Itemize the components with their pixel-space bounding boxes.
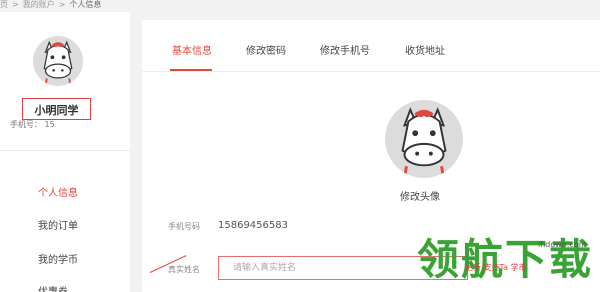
tab-shipping-address[interactable]: 收货地址 xyxy=(405,42,445,57)
horse-avatar-icon xyxy=(43,40,73,86)
real-name-label: 真实姓名 xyxy=(168,265,200,274)
avatar-large[interactable] xyxy=(385,100,463,178)
page: 页 > 我的账户 > 个人信息 小明同学 手机号： 15 个人信息 我的订单 我… xyxy=(0,0,600,292)
sidebar-item-personal-info[interactable]: 个人信息 xyxy=(38,184,78,199)
watermark: 领航下载 ihdown.com 更新 支持Ta 学币 xyxy=(395,232,600,292)
tab-basic-info[interactable]: 基本信息 xyxy=(172,42,212,57)
divider xyxy=(0,150,130,151)
watermark-domain: ihdown.com xyxy=(538,240,587,249)
divider xyxy=(142,71,600,72)
sidebar-item-orders[interactable]: 我的订单 xyxy=(38,217,78,232)
tab-change-password[interactable]: 修改密码 xyxy=(246,42,286,57)
profile-sidebar: 小明同学 手机号： 15 个人信息 我的订单 我的学币 优惠券 xyxy=(0,12,130,292)
sidebar-phone-value: 15 xyxy=(44,120,55,129)
sidebar-phone-label: 手机号： xyxy=(10,120,42,129)
phone-value: 15869456583 xyxy=(218,220,288,231)
breadcrumb-account[interactable]: 我的账户 xyxy=(23,0,55,9)
watermark-tag: 更新 支持Ta 学币 xyxy=(465,263,527,272)
sidebar-item-coupons[interactable]: 优惠券 xyxy=(38,283,68,292)
change-avatar-link[interactable]: 修改头像 xyxy=(400,188,440,203)
horse-avatar-icon xyxy=(401,107,447,178)
phone-label: 手机号码 xyxy=(168,222,200,231)
username: 小明同学 xyxy=(34,104,79,117)
username-highlight: 小明同学 xyxy=(22,98,91,120)
breadcrumb-separator: > xyxy=(12,0,19,9)
breadcrumb-separator: > xyxy=(58,0,66,9)
breadcrumb: 页 > 我的账户 > 个人信息 xyxy=(0,0,101,12)
tab-change-phone[interactable]: 修改手机号 xyxy=(320,42,370,57)
sidebar-item-coins[interactable]: 我的学币 xyxy=(38,251,78,266)
sidebar-phone: 手机号： 15 xyxy=(10,119,55,130)
breadcrumb-current: 个人信息 xyxy=(69,0,102,9)
breadcrumb-home[interactable]: 页 xyxy=(0,0,8,9)
avatar xyxy=(33,36,83,86)
